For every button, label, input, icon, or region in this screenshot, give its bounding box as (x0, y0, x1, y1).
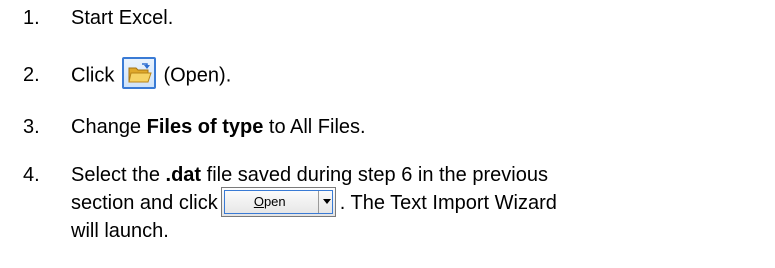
open-dialog-button[interactable]: Open (220, 186, 336, 217)
step-number: 4. (23, 164, 40, 186)
step-text-pre: Click (71, 64, 115, 87)
open-button-label-rest: pen (263, 193, 286, 209)
step-text-post: to All Files. (263, 116, 366, 138)
button-separator (317, 189, 319, 214)
step-text-block: Select the .dat file saved during step 6… (71, 163, 761, 244)
step-text-pre: section and click (71, 192, 218, 214)
step-text-line: will launch. (71, 220, 169, 242)
step-text: Start Excel. (71, 7, 174, 29)
open-folder-icon (128, 63, 152, 83)
step-text-pre: Change (71, 116, 147, 138)
step-text-post: file saved during step 6 in the previous (201, 164, 548, 186)
open-button-label: Open (222, 188, 318, 216)
open-button-mnemonic: O (253, 193, 264, 209)
step-number: 2. (23, 64, 40, 86)
instructions-document: 1. Start Excel. 2. Click (Open). 3. Chan… (0, 0, 775, 268)
step-text-line: Select the .dat file saved during step 6… (71, 163, 761, 188)
files-of-type-label: Files of type (146, 116, 264, 138)
step-number: 1. (23, 7, 40, 29)
step-number: 3. (23, 116, 40, 138)
dropdown-arrow-icon[interactable] (322, 198, 331, 204)
step-text-line: Change Files of type to All Files. (71, 115, 761, 140)
step-text-line: Click (Open). (71, 57, 761, 89)
step-text-post: (Open). (163, 64, 232, 87)
step-text-post: . The Text Import Wizard (339, 192, 557, 214)
step-text-line: section and click Open. The Text Import W… (71, 186, 761, 219)
open-toolbar-button[interactable] (121, 57, 156, 89)
dat-extension: .dat (165, 164, 202, 186)
step-text-pre: Select the (71, 164, 166, 186)
